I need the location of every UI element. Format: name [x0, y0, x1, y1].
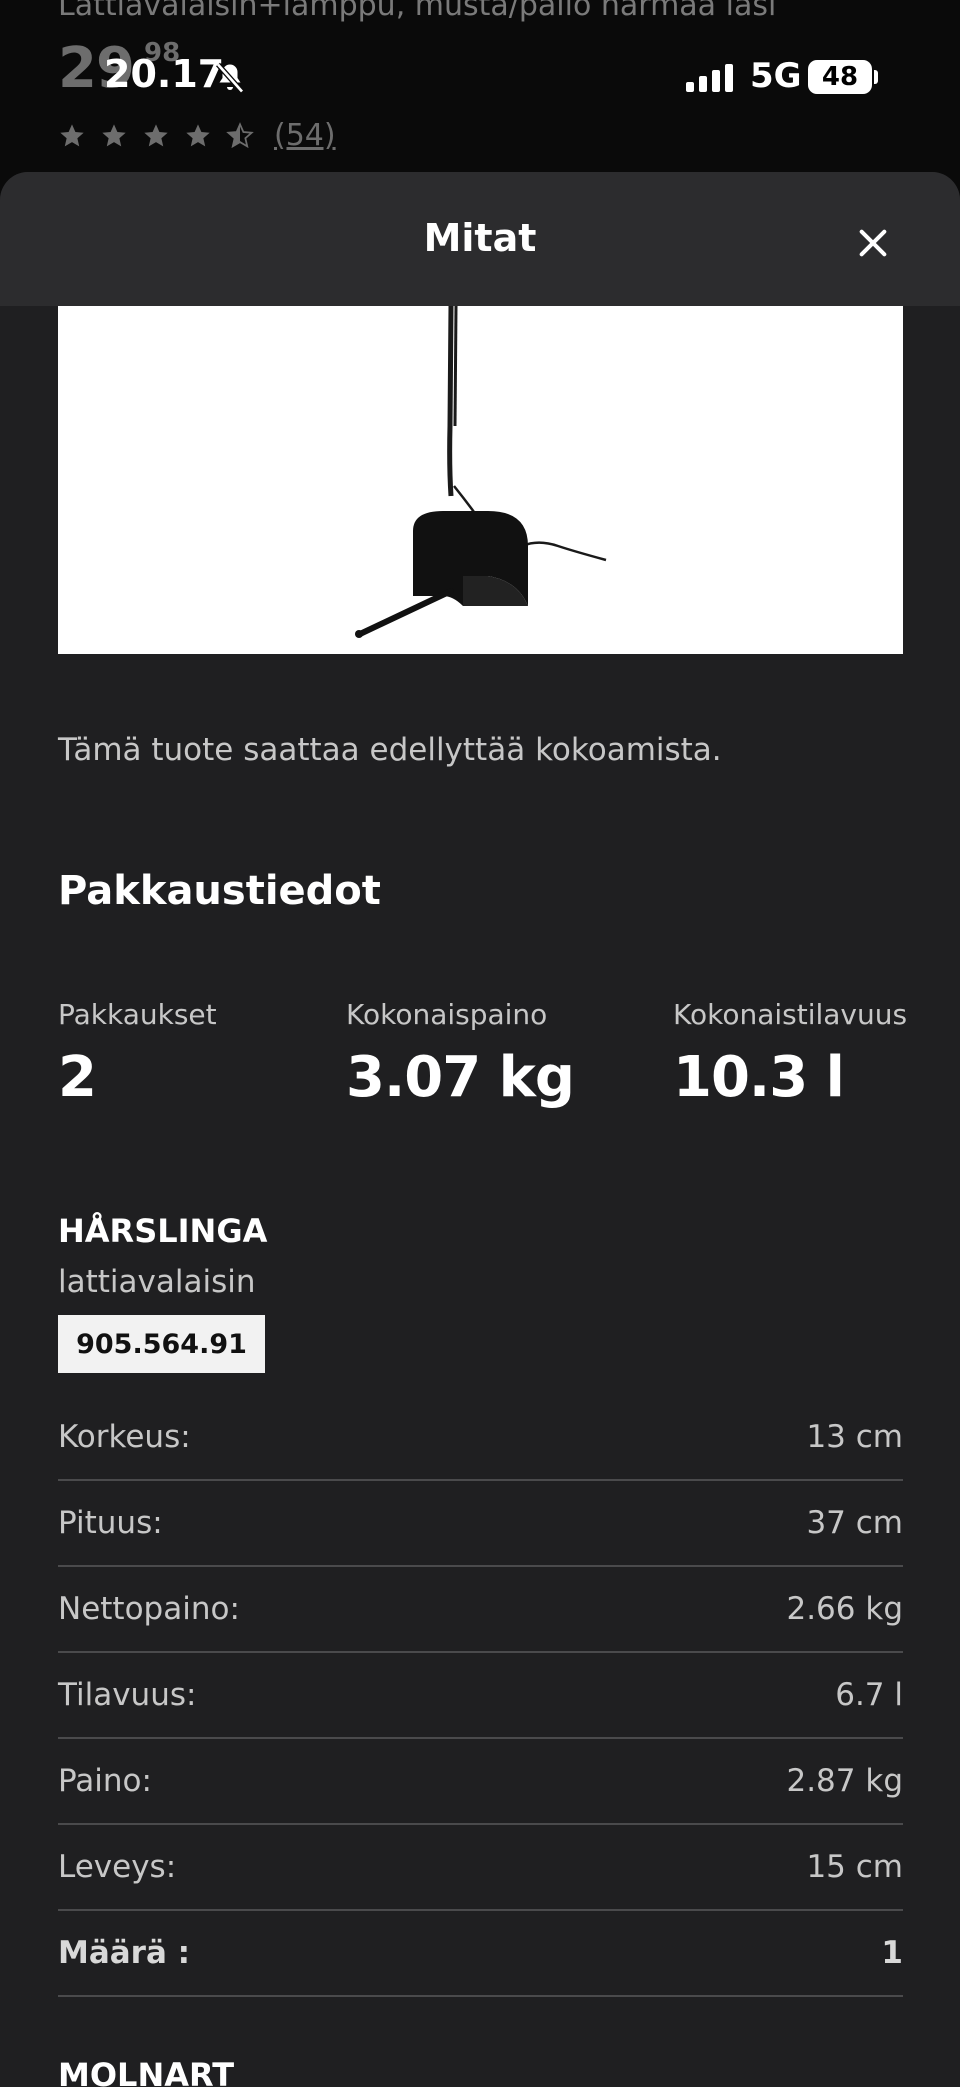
stat-packages: Pakkaukset 2 [58, 998, 217, 1110]
network-type: 5G [750, 56, 802, 96]
stat-label: Pakkaukset [58, 998, 217, 1031]
product-image [58, 305, 903, 654]
stat-total-volume: Kokonaistilavuus 10.3 l [673, 998, 907, 1110]
item-name: HÅRSLINGA [58, 1212, 268, 1250]
stat-label: Kokonaispaino [346, 998, 548, 1031]
battery-tip [874, 70, 878, 84]
status-time: 20.17 [104, 52, 225, 96]
dimension-label: Paino: [58, 1763, 152, 1799]
dimension-row: Pituus: 37 cm [58, 1481, 903, 1567]
dimension-label: Pituus: [58, 1505, 163, 1541]
dimension-value: 15 cm [806, 1849, 903, 1885]
dimension-value: 13 cm [806, 1419, 903, 1455]
dimension-label: Määrä : [58, 1935, 191, 1971]
dimension-row: Nettopaino: 2.66 kg [58, 1567, 903, 1653]
item-name: MOLNART [58, 2056, 235, 2087]
dimension-row: Paino: 2.87 kg [58, 1739, 903, 1825]
article-number-badge: 905.564.91 [58, 1315, 265, 1373]
floor-lamp-image [355, 305, 607, 638]
quantity-row: Määrä : 1 [58, 1911, 903, 1997]
stat-label: Kokonaistilavuus [673, 998, 908, 1031]
stat-value: 10.3 l [673, 1045, 845, 1110]
dimension-row: Tilavuus: 6.7 l [58, 1653, 903, 1739]
dimension-label: Nettopaino: [58, 1591, 240, 1627]
dimension-label: Korkeus: [58, 1419, 191, 1455]
item-type: lattiavalaisin [58, 1264, 256, 1300]
assembly-note: Tämä tuote saattaa edellyttää kokoamista… [58, 732, 722, 768]
packaging-section-title: Pakkaustiedot [58, 868, 381, 914]
dimension-label: Tilavuus: [58, 1677, 197, 1713]
dimension-value: 6.7 l [835, 1677, 903, 1713]
dimension-row: Korkeus: 13 cm [58, 1395, 903, 1481]
dimensions-list: Korkeus: 13 cm Pituus: 37 cm Nettopaino:… [58, 1395, 903, 1997]
stat-value: 3.07 kg [346, 1045, 575, 1110]
stat-value: 2 [58, 1045, 97, 1110]
bell-muted-icon [216, 62, 244, 94]
close-button[interactable] [848, 218, 898, 268]
cellular-signal-icon [686, 62, 733, 92]
status-bar: 20.17 5G 48 [0, 0, 960, 150]
dimension-value: 37 cm [806, 1505, 903, 1541]
dimensions-sheet: Mitat Tämä tuote saattaa edellyttää koko… [0, 172, 960, 2087]
dimension-label: Leveys: [58, 1849, 177, 1885]
stat-total-weight: Kokonaispaino 3.07 kg [346, 998, 575, 1110]
sheet-header: Mitat [0, 172, 960, 306]
dimension-value: 2.87 kg [786, 1763, 903, 1799]
dimension-row: Leveys: 15 cm [58, 1825, 903, 1911]
battery-icon: 48 [808, 60, 872, 94]
sheet-title: Mitat [423, 216, 537, 260]
dimension-value: 1 [881, 1935, 903, 1971]
close-icon [859, 229, 887, 257]
dimension-value: 2.66 kg [786, 1591, 903, 1627]
